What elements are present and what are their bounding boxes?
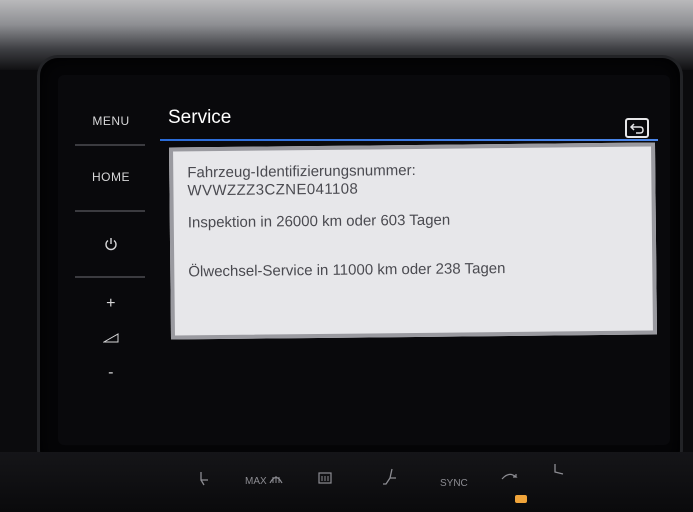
volume-down-key[interactable]: - — [65, 364, 157, 382]
back-icon — [630, 123, 644, 134]
status-indicator-light — [515, 495, 527, 503]
seat-heat-icon[interactable] — [198, 470, 210, 489]
vin-value: WVWZZZ3CZNE041108 — [187, 180, 359, 200]
max-defrost-button[interactable]: MAX — [245, 474, 283, 487]
rear-window-icon — [318, 472, 332, 484]
climate-control-strip — [0, 452, 693, 512]
recirculation-icon[interactable] — [500, 472, 518, 485]
power-icon — [105, 238, 117, 251]
title-underline — [160, 139, 658, 141]
volume-icon — [65, 332, 157, 346]
fan-icon[interactable] — [553, 462, 565, 479]
back-button[interactable] — [625, 118, 649, 138]
max-label: MAX — [245, 476, 267, 487]
key-divider — [75, 210, 145, 212]
hardware-key-column: MENU HOME + - — [65, 92, 157, 422]
menu-key[interactable]: MENU — [65, 114, 157, 128]
seat-icon[interactable] — [382, 468, 398, 489]
page-title: Service — [168, 107, 232, 128]
sync-button[interactable]: SYNC — [440, 478, 468, 489]
rear-defrost-icon — [269, 476, 283, 484]
power-key[interactable] — [65, 237, 157, 254]
home-key[interactable]: HOME — [65, 170, 157, 184]
key-divider — [75, 144, 145, 146]
key-divider — [75, 276, 145, 278]
oil-service-info: Ölwechsel-Service in 11000 km oder 238 T… — [188, 260, 506, 281]
rear-window-heat-button[interactable] — [318, 472, 332, 487]
volume-up-key[interactable]: + — [65, 295, 157, 313]
service-info-panel: Fahrzeug-Identifizierungsnummer: WVWZZZ3… — [169, 142, 657, 340]
